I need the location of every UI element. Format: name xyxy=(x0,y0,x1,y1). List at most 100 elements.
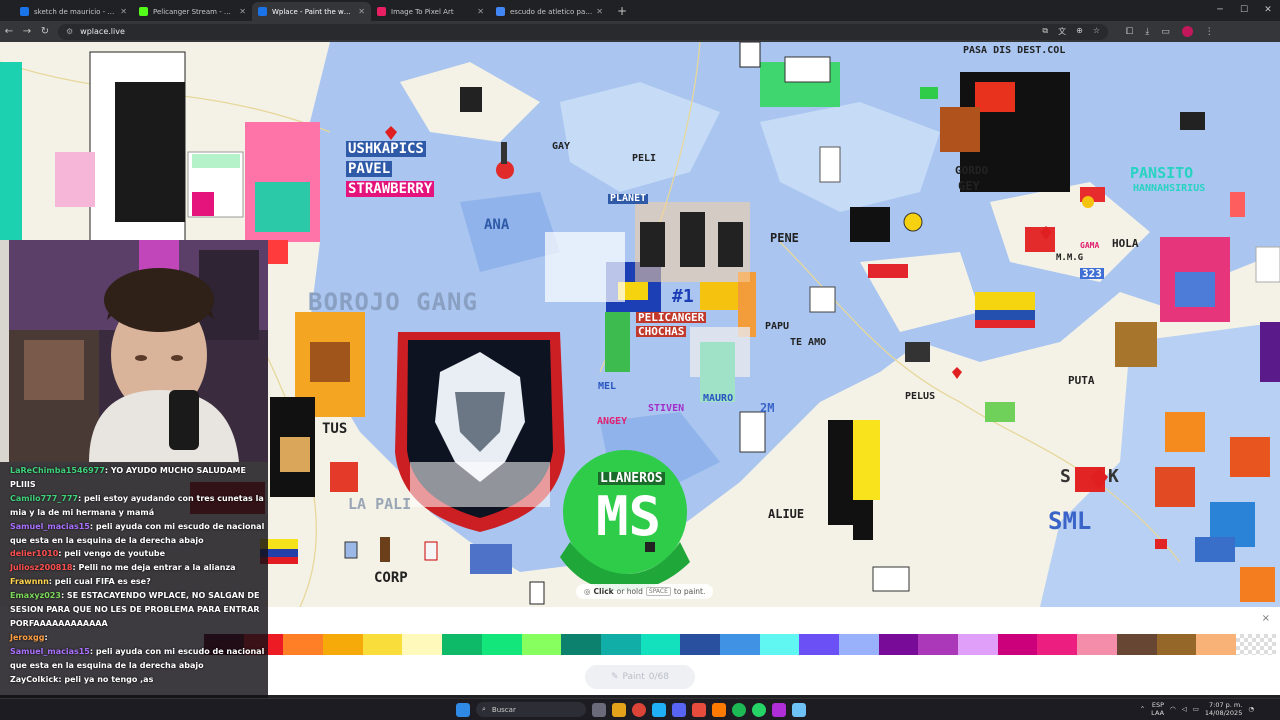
chat-text: : Pelli no me deja entrar a la alianza xyxy=(72,563,236,573)
paint-button[interactable]: ✎ Paint 0/68 xyxy=(585,665,695,689)
tab-close-icon[interactable]: ✕ xyxy=(358,7,365,16)
tray-chevron-icon[interactable]: ⌃ xyxy=(1140,705,1145,713)
color-swatch[interactable] xyxy=(958,634,998,655)
color-swatch[interactable] xyxy=(442,634,482,655)
wifi-icon[interactable]: ◠ xyxy=(1170,705,1176,713)
color-swatch[interactable] xyxy=(719,634,760,655)
color-swatch[interactable] xyxy=(878,634,919,655)
chat-message: Emaxyz023: SE ESTACAYENDO WPLACE, NO SAL… xyxy=(10,589,268,631)
chat-username[interactable]: Samuel_macias15 xyxy=(10,522,90,531)
tab-title: escudo de atletico parceros - B... xyxy=(510,7,592,16)
browser-tab[interactable]: Image To Pixel Art ✕ xyxy=(371,2,490,21)
language-indicator[interactable]: ESP LAA xyxy=(1151,701,1164,717)
task-view-icon[interactable] xyxy=(592,702,606,717)
extensions-icon[interactable]: ⧠ xyxy=(1126,27,1133,37)
map-label-borojo-gang: BOROJO GANG xyxy=(308,288,478,316)
color-swatch[interactable] xyxy=(799,634,839,655)
browser-tab[interactable]: Wplace - Paint the world ✕ xyxy=(252,2,371,21)
translate-icon[interactable]: 文 xyxy=(1058,26,1066,37)
notifications-icon[interactable]: ◔ xyxy=(1248,705,1254,713)
color-swatch[interactable] xyxy=(640,634,681,655)
webcam-image xyxy=(9,240,268,462)
map-label-pavel: PAVEL xyxy=(346,161,393,177)
color-swatch[interactable] xyxy=(283,634,324,655)
site-info-icon[interactable]: ⚙ xyxy=(66,27,73,36)
chat-username[interactable]: Camilo777_777 xyxy=(10,494,78,503)
browser-tab[interactable]: escudo de atletico parceros - B... ✕ xyxy=(490,2,609,21)
reload-icon[interactable]: ↻ xyxy=(36,26,54,37)
chat-username[interactable]: ZayColkick xyxy=(10,675,58,684)
tab-title: Pelicanger Stream - Watch Live... xyxy=(153,7,235,16)
chat-username[interactable]: Samuel_macias15 xyxy=(10,647,90,656)
bookmark-star-icon[interactable]: ☆ xyxy=(1093,26,1100,37)
tab-close-icon[interactable]: ✕ xyxy=(477,7,484,16)
color-swatch[interactable] xyxy=(323,634,363,655)
back-icon[interactable]: ← xyxy=(0,26,18,37)
navigation-bar: ← → ↻ ⚙ wplace.live ⧉ 文 ⊕ ☆ ⧠ ⤓ ▭ ⋮ xyxy=(0,21,1280,42)
discord-icon[interactable] xyxy=(672,702,686,717)
color-swatch[interactable] xyxy=(481,634,522,655)
clock[interactable]: 7:07 p. m. 14/08/2025 xyxy=(1205,701,1242,717)
transparent-swatch[interactable] xyxy=(1235,634,1276,655)
chat-username[interactable]: Juliosz200818 xyxy=(10,563,72,572)
close-palette-icon[interactable]: × xyxy=(1262,613,1270,624)
forward-icon[interactable]: → xyxy=(18,26,36,37)
obs-icon[interactable] xyxy=(712,702,726,717)
map-label-pelicanger: PELICANGER xyxy=(636,311,707,324)
map-label-ushkapics: USHKAPICS xyxy=(346,141,426,157)
color-swatch[interactable] xyxy=(1196,634,1236,655)
map-label-sml: SML xyxy=(1048,507,1092,535)
color-swatch[interactable] xyxy=(1156,634,1197,655)
edge-icon[interactable] xyxy=(652,702,666,717)
whatsapp-icon[interactable] xyxy=(752,702,766,717)
color-swatch[interactable] xyxy=(1077,634,1117,655)
address-bar[interactable]: ⚙ wplace.live ⧉ 文 ⊕ ☆ xyxy=(58,23,1108,40)
start-icon[interactable] xyxy=(456,702,470,717)
map-label-llaneros: LLANEROS xyxy=(598,471,665,486)
color-swatch[interactable] xyxy=(561,634,601,655)
tab-close-icon[interactable]: ✕ xyxy=(596,7,603,16)
color-swatch[interactable] xyxy=(680,634,720,655)
color-swatch[interactable] xyxy=(1037,634,1078,655)
capcut-icon[interactable] xyxy=(772,702,786,717)
color-swatch[interactable] xyxy=(362,634,403,655)
app-icon[interactable] xyxy=(692,702,706,717)
clock-date: 14/08/2025 xyxy=(1204,709,1243,717)
chrome-icon[interactable] xyxy=(632,702,646,717)
chat-username[interactable]: Frawnnn xyxy=(10,577,49,586)
settings-icon[interactable] xyxy=(792,702,806,717)
spotify-icon[interactable] xyxy=(732,702,746,717)
close-window-icon[interactable]: ✕ xyxy=(1256,0,1280,20)
new-tab-button[interactable]: + xyxy=(609,2,635,21)
browser-tab[interactable]: sketch de mauricio - Google Dr... ✕ xyxy=(14,2,133,21)
color-swatch[interactable] xyxy=(402,634,443,655)
chat-username[interactable]: Emaxyz023 xyxy=(10,591,61,600)
color-swatch[interactable] xyxy=(1116,634,1157,655)
chat-username[interactable]: LaReChimba1546977 xyxy=(10,466,105,475)
tab-favicon-icon xyxy=(139,7,148,16)
color-swatch[interactable] xyxy=(918,634,959,655)
color-swatch[interactable] xyxy=(600,634,641,655)
maximize-icon[interactable]: ☐ xyxy=(1232,0,1256,20)
volume-icon[interactable]: ◁ xyxy=(1182,705,1187,713)
taskbar-search[interactable]: ⌕ Buscar xyxy=(476,702,586,717)
chat-username[interactable]: delier1010 xyxy=(10,549,58,558)
tab-close-icon[interactable]: ✕ xyxy=(120,7,127,16)
battery-icon[interactable]: ▭ xyxy=(1193,705,1199,713)
download-icon[interactable]: ⤓ xyxy=(1145,27,1149,37)
browser-menu-icon[interactable]: ⋮ xyxy=(1205,27,1214,37)
profile-avatar[interactable] xyxy=(1181,26,1193,37)
color-swatch[interactable] xyxy=(521,634,562,655)
color-swatch[interactable] xyxy=(997,634,1038,655)
install-app-icon[interactable]: ⧉ xyxy=(1042,26,1048,37)
tab-close-icon[interactable]: ✕ xyxy=(239,7,246,16)
file-explorer-icon[interactable] xyxy=(612,702,626,717)
minimize-icon[interactable]: ─ xyxy=(1208,0,1232,20)
zoom-icon[interactable]: ⊕ xyxy=(1076,26,1083,37)
split-view-icon[interactable]: ▭ xyxy=(1161,27,1170,37)
browser-tab[interactable]: Pelicanger Stream - Watch Live... ✕ xyxy=(133,2,252,21)
chat-username[interactable]: Jeroxgg xyxy=(10,633,44,642)
map-label-hola: HOLA xyxy=(1112,237,1139,250)
color-swatch[interactable] xyxy=(839,634,879,655)
color-swatch[interactable] xyxy=(759,634,800,655)
